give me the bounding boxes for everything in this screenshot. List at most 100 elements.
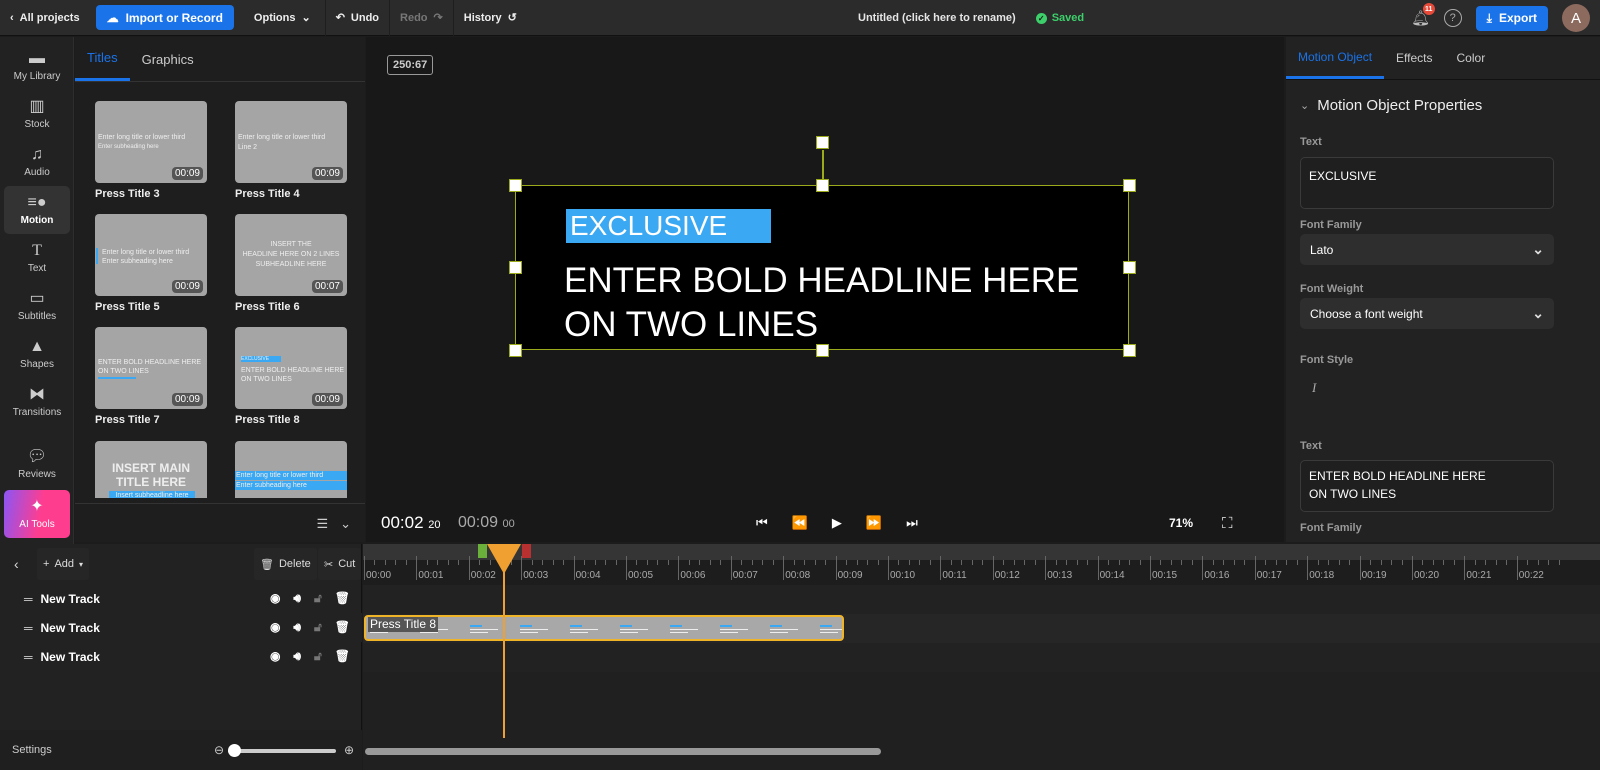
- import-or-record-button[interactable]: ☁ Import or Record: [95, 5, 234, 30]
- resize-handle-tr[interactable]: [1123, 179, 1136, 192]
- track-row[interactable]: ═ New Track ◉ 🔊︎ 🔓︎ 🗑︎: [0, 642, 362, 671]
- skip-to-start-icon[interactable]: ⏮: [756, 515, 768, 531]
- volume-icon[interactable]: 🔊︎: [293, 591, 301, 606]
- timeline-zoom-slider[interactable]: [228, 744, 336, 757]
- eye-icon[interactable]: ◉: [270, 649, 280, 664]
- options-menu[interactable]: Options ⌄: [240, 0, 325, 36]
- horizontal-scrollbar[interactable]: [365, 748, 881, 755]
- sidebar-item-subtitles[interactable]: ▭ Subtitles: [4, 282, 70, 330]
- avatar[interactable]: A: [1562, 4, 1590, 32]
- text-field-headline[interactable]: ENTER BOLD HEADLINE HERE ON TWO LINES: [1300, 460, 1554, 512]
- title-card[interactable]: INSERT THE HEADLINE HERE ON 2 LINES SUBH…: [235, 214, 347, 313]
- drag-handle-icon[interactable]: ═: [24, 621, 33, 635]
- unlock-icon[interactable]: 🔓︎: [314, 591, 322, 606]
- out-point-marker[interactable]: [521, 544, 531, 558]
- ruler-minor-tick: [447, 560, 449, 565]
- drag-handle-icon[interactable]: ═: [24, 650, 33, 664]
- notifications-button[interactable]: 🔔︎ 11: [1411, 3, 1435, 27]
- text-field-exclusive[interactable]: EXCLUSIVE: [1300, 157, 1554, 209]
- settings-link[interactable]: Settings: [12, 744, 52, 756]
- title-card[interactable]: Enter long title or lower third Enter su…: [235, 441, 347, 498]
- ruler-scrub-area[interactable]: [363, 544, 1600, 560]
- sidebar-item-my-library[interactable]: ▬ My Library: [4, 42, 70, 90]
- exclusive-tag[interactable]: EXCLUSIVE: [566, 209, 771, 243]
- title-card[interactable]: EXCLUSIVE ENTER BOLD HEADLINE HERE ON TW…: [235, 327, 347, 426]
- timeline-clip[interactable]: Press Title 8: [364, 615, 844, 641]
- trash-icon[interactable]: 🗑︎: [335, 620, 350, 635]
- volume-icon[interactable]: 🔊︎: [293, 620, 301, 635]
- zoom-out-icon[interactable]: ⊖: [214, 743, 224, 757]
- unlock-icon[interactable]: 🔓︎: [314, 649, 322, 664]
- help-button[interactable]: ?: [1443, 9, 1462, 27]
- history-button[interactable]: History ↺: [454, 0, 527, 36]
- resize-handle-b[interactable]: [816, 344, 829, 357]
- drag-handle-icon[interactable]: ═: [24, 592, 33, 606]
- cut-button[interactable]: ✂ Cut: [318, 548, 362, 580]
- zoom-in-icon[interactable]: ⊕: [344, 743, 354, 757]
- tab-graphics[interactable]: Graphics: [130, 37, 206, 81]
- tab-color[interactable]: Color: [1445, 37, 1498, 79]
- tab-motion-object[interactable]: Motion Object: [1286, 37, 1385, 79]
- rewind-icon[interactable]: ⏪: [792, 515, 808, 531]
- sidebar-item-reviews[interactable]: 💬︎ Reviews: [4, 440, 70, 488]
- ruler-minor-tick: [584, 560, 586, 565]
- sidebar-item-audio[interactable]: ♫ Audio: [4, 138, 70, 186]
- delete-button[interactable]: 🗑︎ Delete: [254, 548, 317, 580]
- eye-icon[interactable]: ◉: [270, 620, 280, 635]
- title-card[interactable]: Enter long title or lower third Enter su…: [95, 214, 207, 313]
- font-weight-select[interactable]: Choose a font weight ⌄: [1300, 298, 1554, 329]
- add-button[interactable]: + Add ▾: [37, 548, 90, 580]
- sidebar-item-shapes[interactable]: ▲ Shapes: [4, 330, 70, 378]
- skip-to-end-icon[interactable]: ⏭: [906, 515, 918, 531]
- fast-forward-icon[interactable]: ⏩: [866, 515, 882, 531]
- filter-icon[interactable]: ☰: [316, 516, 328, 532]
- resize-handle-tl[interactable]: [509, 179, 522, 192]
- play-icon[interactable]: ▶: [832, 515, 842, 531]
- eye-icon[interactable]: ◉: [270, 591, 280, 606]
- tab-titles[interactable]: Titles: [75, 37, 130, 81]
- font-family-select[interactable]: Lato ⌄: [1300, 234, 1554, 265]
- duration-badge: 00:09: [171, 167, 203, 180]
- trash-icon[interactable]: 🗑︎: [335, 649, 350, 664]
- title-card[interactable]: INSERT MAIN TITLE HERE Insert subheadlin…: [95, 441, 207, 498]
- title-card[interactable]: ENTER BOLD HEADLINE HERE ON TWO LINES 00…: [95, 327, 207, 426]
- playhead[interactable]: [502, 560, 505, 738]
- resize-handle-r[interactable]: [1123, 261, 1136, 274]
- resize-handle-l[interactable]: [509, 261, 522, 274]
- aspect-ratio-badge[interactable]: 250:67: [387, 55, 434, 75]
- section-header[interactable]: ⌄ Motion Object Properties: [1300, 97, 1482, 114]
- italic-icon[interactable]: I: [1312, 380, 1316, 396]
- resize-handle-br[interactable]: [1123, 344, 1136, 357]
- tab-effects[interactable]: Effects: [1384, 37, 1444, 79]
- time-ruler[interactable]: 00:00 00:01 00:02 00:03 00:04 00:05 00:06 00:07…: [363, 556, 1600, 585]
- title-card[interactable]: Enter long title or lower third Enter su…: [95, 101, 207, 200]
- preview-zoom[interactable]: 71%: [1169, 516, 1193, 530]
- undo-button[interactable]: ↶ Undo: [326, 0, 389, 36]
- sidebar-item-ai-tools[interactable]: ✦ AI Tools: [4, 490, 70, 538]
- fullscreen-icon[interactable]: ⛶: [1222, 515, 1233, 532]
- project-title[interactable]: Untitled (click here to rename): [858, 12, 1016, 24]
- resize-handle-t[interactable]: [816, 179, 829, 192]
- resize-handle-bl[interactable]: [509, 344, 522, 357]
- collapse-chevron-icon[interactable]: ‹: [14, 556, 19, 572]
- headline-text[interactable]: ENTER BOLD HEADLINE HERE ON TWO LINES: [564, 259, 1079, 347]
- sidebar-item-transitions[interactable]: ⧓ Transitions: [4, 378, 70, 426]
- unlock-icon[interactable]: 🔓︎: [314, 620, 322, 635]
- title-card[interactable]: Enter long title or lower third Line 2 0…: [235, 101, 347, 200]
- timeline[interactable]: 00:00 00:01 00:02 00:03 00:04 00:05 00:06 00:07…: [363, 544, 1600, 770]
- all-projects-link[interactable]: ‹ All projects: [0, 0, 90, 36]
- trash-icon[interactable]: 🗑︎: [335, 591, 350, 606]
- in-point-marker[interactable]: [477, 544, 487, 558]
- motion-object[interactable]: EXCLUSIVE ENTER BOLD HEADLINE HERE ON TW…: [515, 185, 1129, 350]
- track-row[interactable]: ═ New Track ◉ 🔊︎ 🔓︎ 🗑︎: [0, 584, 362, 613]
- rotation-handle[interactable]: [816, 136, 829, 149]
- sidebar-item-stock[interactable]: ▥ Stock: [4, 90, 70, 138]
- volume-icon[interactable]: 🔊︎: [293, 649, 301, 664]
- track-row[interactable]: ═ New Track ◉ 🔊︎ 🔓︎ 🗑︎: [0, 613, 362, 642]
- sidebar-item-text[interactable]: T Text: [4, 234, 70, 282]
- export-button[interactable]: ⤓ Export: [1475, 5, 1548, 31]
- redo-button[interactable]: Redo ↷: [390, 0, 453, 36]
- slider-knob[interactable]: [228, 744, 241, 757]
- sidebar-item-motion[interactable]: ≡● Motion: [4, 186, 70, 234]
- chevron-down-icon[interactable]: ⌄: [340, 516, 351, 532]
